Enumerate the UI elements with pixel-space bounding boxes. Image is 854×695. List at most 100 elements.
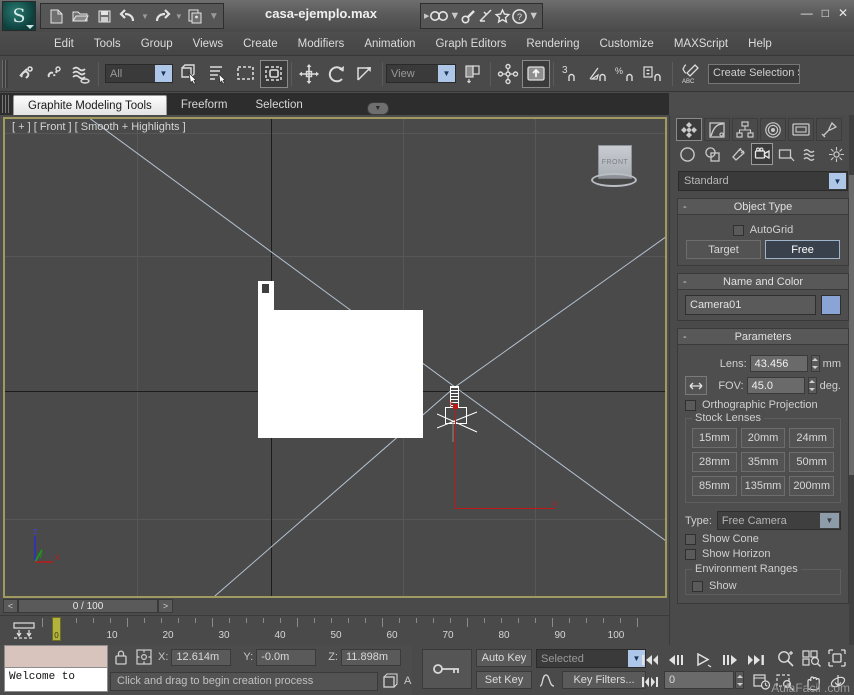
mini-curve-editor-icon[interactable] (12, 621, 36, 641)
select-by-name-icon[interactable] (204, 60, 232, 88)
percent-snap-toggle-icon[interactable] (585, 60, 613, 88)
auto-key-button[interactable]: Auto Key (476, 649, 532, 667)
select-and-rotate-icon[interactable] (323, 60, 351, 88)
grid-toggle-icon[interactable] (378, 673, 402, 689)
scene-explorer-icon[interactable] (429, 8, 449, 24)
camera-object-camera01[interactable] (437, 384, 478, 442)
object-color-swatch[interactable] (821, 295, 841, 315)
shapes-icon[interactable] (701, 143, 724, 165)
stock-lens-200mm[interactable]: 200mm (789, 476, 834, 496)
helper-icon[interactable] (775, 143, 798, 165)
unlink-selection-icon[interactable] (39, 60, 67, 88)
use-center-flyout-icon[interactable] (459, 60, 487, 88)
maxscript-output-pane[interactable] (5, 646, 107, 668)
view-cube[interactable]: FRONT (591, 143, 637, 189)
current-frame-display[interactable]: 0 / 100 (18, 599, 158, 613)
redo-icon[interactable] (150, 5, 174, 27)
orthographic-projection-checkbox[interactable] (685, 399, 696, 411)
space-warp-icon[interactable] (800, 143, 823, 165)
zoom-extents-icon[interactable] (826, 647, 850, 669)
zoom-icon[interactable] (774, 647, 798, 669)
add-time-tag-label[interactable]: A (404, 675, 411, 687)
minimize-button[interactable]: — (801, 7, 813, 19)
menu-item-edit[interactable]: Edit (44, 38, 84, 50)
menu-item-graph-editors[interactable]: Graph Editors (425, 38, 516, 50)
menu-item-group[interactable]: Group (131, 38, 183, 50)
create-panel-icon[interactable] (676, 118, 702, 141)
camera-icon[interactable] (750, 143, 774, 165)
rectangular-selection-region-icon[interactable] (232, 60, 260, 88)
named-selection-sets-input[interactable]: Create Selection S (708, 63, 800, 84)
redo-dropdown-icon[interactable]: ▼ (175, 12, 183, 21)
collapse-icon[interactable]: - (683, 201, 687, 213)
snaps-toggle-icon[interactable] (522, 59, 550, 88)
select-and-move-icon[interactable] (295, 60, 323, 88)
play-animation-icon[interactable] (692, 649, 716, 671)
selection-filter-dropdown[interactable]: All ▼ (105, 64, 173, 83)
stock-lens-35mm[interactable]: 35mm (740, 452, 786, 472)
chevron-down-icon[interactable]: ▼ (366, 102, 389, 115)
show-horizon-checkbox[interactable] (685, 548, 696, 560)
frame-spinner[interactable] (735, 671, 744, 689)
material-editor-icon[interactable] (460, 8, 477, 25)
select-and-manipulate-icon[interactable] (494, 60, 522, 88)
maximize-button[interactable]: □ (822, 7, 829, 19)
systems-icon[interactable] (825, 143, 848, 165)
help-dropdown-icon[interactable]: ▼ (528, 10, 539, 22)
rollout-header-name-and-color[interactable]: - Name and Color (678, 274, 848, 290)
spinner-snap-alt-icon[interactable] (641, 60, 669, 88)
toolbar-grip[interactable] (2, 59, 8, 88)
close-button[interactable]: ✕ (838, 7, 848, 19)
menu-item-rendering[interactable]: Rendering (516, 38, 589, 50)
menu-item-maxscript[interactable]: MAXScript (664, 38, 738, 50)
show-cone-checkbox[interactable] (685, 533, 696, 545)
qat-dropdown-icon[interactable]: ▼ (209, 11, 219, 22)
target-camera-button[interactable]: Target (686, 240, 761, 259)
x-coordinate-field[interactable]: 12.614m (171, 648, 232, 666)
ribbon-tab-selection[interactable]: Selection (241, 95, 316, 115)
select-and-link-icon[interactable] (11, 60, 39, 88)
key-mode-toggle-icon[interactable] (422, 649, 472, 689)
chevron-down-icon[interactable]: ▼ (820, 513, 839, 528)
model-house-block[interactable] (258, 310, 423, 438)
free-camera-button[interactable]: Free (765, 240, 840, 259)
edit-named-selection-sets-icon[interactable]: ABC (676, 60, 704, 88)
sphere-icon[interactable] (676, 143, 699, 165)
ribbon-tab-freeform[interactable]: Freeform (167, 95, 242, 115)
object-subcategory-dropdown[interactable]: Standard ▼ (678, 171, 848, 191)
motion-panel-icon[interactable] (760, 118, 786, 141)
set-key-button[interactable]: Set Key (476, 671, 532, 689)
go-to-end-icon[interactable] (744, 649, 768, 671)
chevron-down-icon[interactable]: ▼ (155, 65, 172, 82)
command-panel-scrollbar[interactable] (849, 115, 854, 645)
next-frame-icon[interactable] (718, 649, 742, 671)
stock-lens-85mm[interactable]: 85mm (692, 476, 737, 496)
menu-item-modifiers[interactable]: Modifiers (288, 38, 355, 50)
key-filters-button[interactable]: Key Filters... (562, 671, 646, 689)
current-frame-input[interactable]: 0 (664, 671, 734, 689)
transform-type-in-icon[interactable] (132, 649, 156, 665)
fov-direction-icon[interactable] (685, 376, 707, 395)
stock-lens-24mm[interactable]: 24mm (789, 428, 834, 448)
view-cube-compass-ring[interactable] (591, 173, 637, 187)
undo-icon[interactable] (116, 5, 140, 27)
track-bar-ruler[interactable]: 10 20 30 40 50 60 70 80 90 100 (42, 616, 669, 646)
menu-item-views[interactable]: Views (183, 38, 233, 50)
stock-lens-28mm[interactable]: 28mm (692, 452, 737, 472)
set-key-filters-curve-icon[interactable] (536, 671, 558, 689)
utilities-panel-icon[interactable] (816, 118, 842, 141)
collapse-icon[interactable]: - (683, 331, 687, 343)
key-navigation-icon[interactable] (638, 671, 662, 693)
track-bar[interactable]: 10 20 30 40 50 60 70 80 90 100 0 (0, 615, 669, 645)
modify-panel-icon[interactable] (704, 118, 730, 141)
go-to-start-icon[interactable] (638, 649, 662, 671)
selection-lock-icon[interactable] (110, 649, 132, 665)
render-setup-icon[interactable] (477, 8, 494, 25)
collapse-icon[interactable]: - (683, 276, 687, 288)
key-filter-selection-dropdown[interactable]: Selected ▼ (536, 649, 646, 668)
camera-type-dropdown[interactable]: Free Camera ▼ (716, 511, 841, 530)
next-frame-button[interactable]: > (158, 599, 173, 613)
rollout-header-parameters[interactable]: - Parameters (678, 329, 848, 345)
new-file-icon[interactable] (44, 5, 68, 27)
bind-to-space-warp-icon[interactable] (67, 60, 95, 88)
